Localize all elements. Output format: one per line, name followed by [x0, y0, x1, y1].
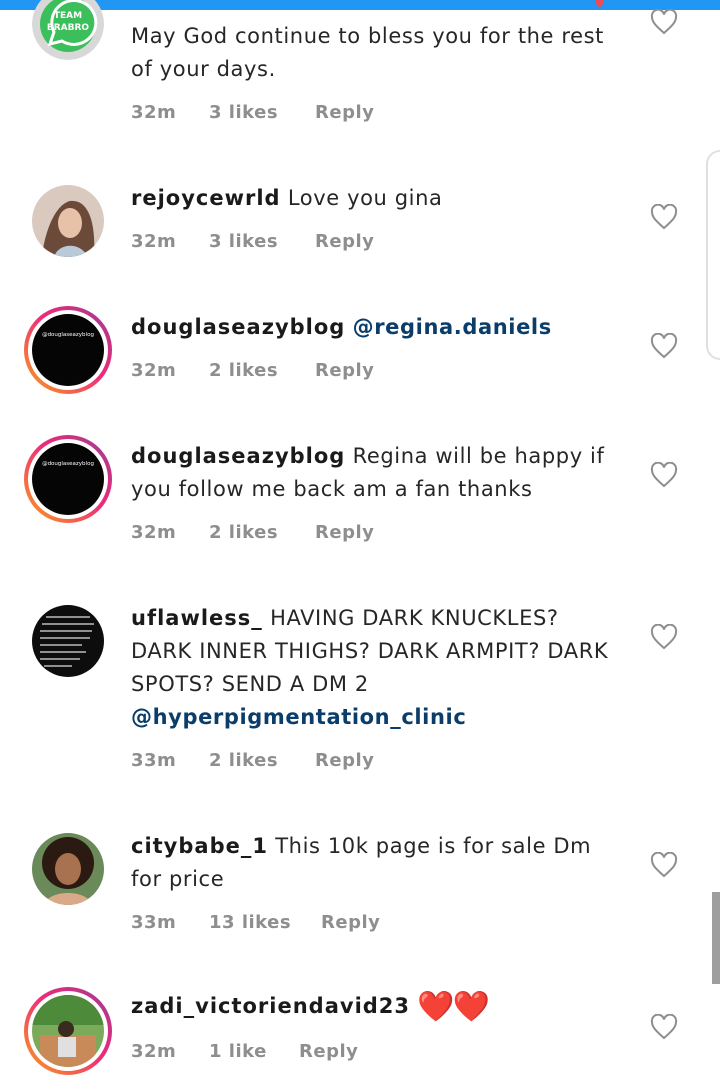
comment-meta: 32m 2 likes Reply [131, 360, 374, 381]
reply-button[interactable]: Reply [315, 231, 374, 252]
like-count[interactable]: 2 likes [209, 522, 315, 543]
heart-outline-icon[interactable] [650, 851, 678, 878]
heart-emoji: ❤️❤️ [417, 989, 490, 1025]
avatar[interactable]: @douglaseazyblog [24, 435, 112, 523]
comment-text: uflawless_ HAVING DARK KNUCKLES? DARK IN… [131, 602, 623, 734]
comment-meta: 32m 2 likes Reply [131, 522, 374, 543]
comment-text: zadi_victoriendavid23 ❤️❤️ [131, 990, 623, 1024]
like-count[interactable]: 13 likes [209, 912, 321, 933]
comment-time: 32m [131, 360, 177, 381]
mention-link[interactable]: @regina.daniels [353, 315, 552, 339]
heart-icon: ♥ [594, 0, 605, 10]
heart-outline-icon[interactable] [650, 1013, 678, 1040]
reply-button[interactable]: Reply [315, 360, 374, 381]
mention-link[interactable]: @hyperpigmentation_clinic [131, 705, 466, 729]
comment-time: 32m [131, 522, 177, 543]
comment-text: douglaseazyblog @regina.daniels [131, 311, 623, 344]
comment-body: May God continue to bless you for the re… [131, 24, 605, 81]
reply-button[interactable]: Reply [321, 912, 380, 933]
comment-username[interactable]: douglaseazyblog [131, 444, 345, 468]
comment-text: May God continue to bless you for the re… [131, 20, 623, 86]
comment-username[interactable]: citybabe_1 [131, 834, 268, 858]
comment-time: 32m [131, 102, 177, 123]
comment-text: rejoycewrld Love you gina [131, 182, 623, 215]
top-status-strip [0, 0, 720, 10]
comment-username[interactable]: douglaseazyblog [131, 315, 345, 339]
scrollbar-thumb[interactable] [712, 892, 720, 984]
comment-text: citybabe_1 This 10k page is for sale Dm … [131, 830, 623, 896]
side-drawer-handle[interactable] [706, 150, 720, 360]
heart-outline-icon[interactable] [650, 8, 678, 35]
heart-outline-icon[interactable] [650, 623, 678, 650]
like-count[interactable]: 3 likes [209, 231, 315, 252]
comment-username[interactable]: uflawless_ [131, 606, 263, 630]
svg-text:TEAM: TEAM [54, 11, 82, 21]
comment-meta: 32m 3 likes Reply [131, 231, 374, 252]
like-count[interactable]: 1 like [209, 1041, 299, 1062]
avatar-text: @douglaseazyblog [42, 332, 94, 338]
comment-meta: 32m 1 like Reply [131, 1041, 358, 1062]
comment-meta: 33m 13 likes Reply [131, 912, 380, 933]
heart-outline-icon[interactable] [650, 332, 678, 359]
reply-button[interactable]: Reply [315, 522, 374, 543]
avatar[interactable]: @douglaseazyblog [24, 306, 112, 394]
avatar[interactable] [32, 605, 104, 677]
reply-button[interactable]: Reply [299, 1041, 358, 1062]
comment-time: 32m [131, 231, 177, 252]
comment-meta: 33m 2 likes Reply [131, 750, 374, 771]
comment-username[interactable]: zadi_victoriendavid23 [131, 994, 410, 1018]
like-count[interactable]: 2 likes [209, 360, 315, 381]
comment-time: 33m [131, 912, 177, 933]
like-count[interactable]: 3 likes [209, 102, 315, 123]
avatar[interactable] [32, 185, 104, 257]
avatar-text: @douglaseazyblog [42, 461, 94, 467]
heart-outline-icon[interactable] [650, 461, 678, 488]
comment-body: Love you gina [287, 186, 443, 210]
svg-text:BRABRO: BRABRO [47, 23, 90, 33]
comment-text: douglaseazyblog Regina will be happy if … [131, 440, 623, 506]
like-count[interactable]: 2 likes [209, 750, 315, 771]
avatar[interactable] [24, 987, 112, 1075]
comment-time: 32m [131, 1041, 177, 1062]
reply-button[interactable]: Reply [315, 750, 374, 771]
avatar[interactable]: TEAM BRABRO [32, 0, 104, 60]
heart-outline-icon[interactable] [650, 203, 678, 230]
comment-meta: 32m 3 likes Reply [131, 102, 374, 123]
reply-button[interactable]: Reply [315, 102, 374, 123]
avatar[interactable] [32, 833, 104, 905]
comment-time: 33m [131, 750, 177, 771]
comment-username[interactable]: rejoycewrld [131, 186, 281, 210]
